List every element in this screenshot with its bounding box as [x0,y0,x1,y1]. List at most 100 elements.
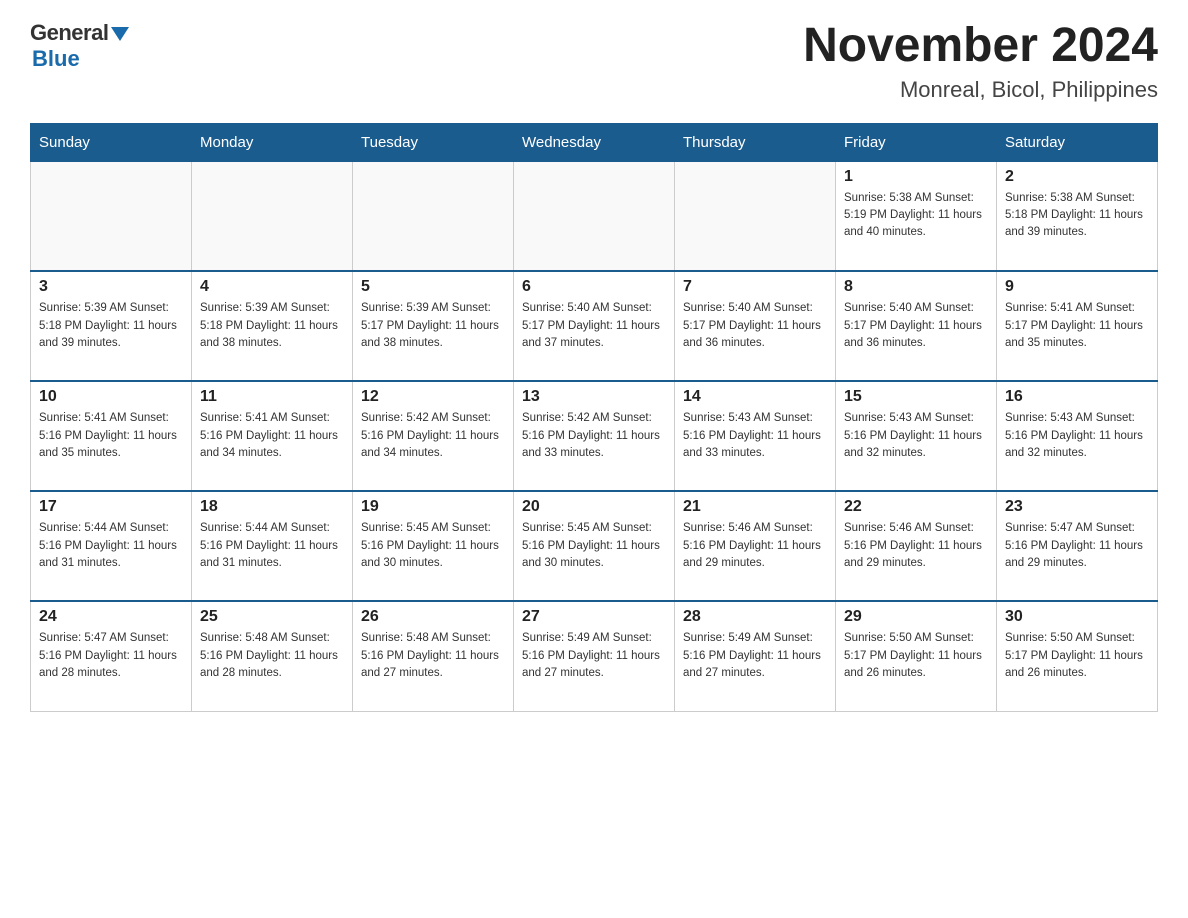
day-info: Sunrise: 5:44 AM Sunset: 5:16 PM Dayligh… [200,520,344,572]
calendar-cell: 3Sunrise: 5:39 AM Sunset: 5:18 PM Daylig… [31,271,192,381]
day-info: Sunrise: 5:50 AM Sunset: 5:17 PM Dayligh… [844,630,988,682]
day-number: 26 [361,608,505,626]
page-header: General Blue November 2024 Monreal, Bico… [30,20,1158,103]
day-info: Sunrise: 5:38 AM Sunset: 5:19 PM Dayligh… [844,190,988,242]
day-info: Sunrise: 5:41 AM Sunset: 5:16 PM Dayligh… [200,410,344,462]
calendar-cell: 7Sunrise: 5:40 AM Sunset: 5:17 PM Daylig… [675,271,836,381]
calendar-cell: 12 Sunrise: 5:42 AM Sunset: 5:16 PM Dayli… [353,381,514,491]
day-info: Sunrise: 5:40 AM Sunset: 5:17 PM Dayligh… [683,300,827,352]
calendar-cell: 8 Sunrise: 5:40 AM Sunset: 5:17 PM Daylig… [836,271,997,381]
calendar-week-row: 1 Sunrise: 5:38 AM Sunset: 5:19 PM Daylig… [31,161,1158,271]
day-number: 21 [683,498,827,516]
calendar-cell: 6 Sunrise: 5:40 AM Sunset: 5:17 PM Daylig… [514,271,675,381]
calendar-cell [675,161,836,271]
day-info: Sunrise: 5:43 AM Sunset: 5:16 PM Dayligh… [1005,410,1149,462]
calendar-week-row: 3 Sunrise: 5:39 AM Sunset: 5:18 PM Daylig… [31,271,1158,381]
calendar-cell: 10 Sunrise: 5:41 AM Sunset: 5:16 PM Dayli… [31,381,192,491]
day-number: 18 [200,498,344,516]
day-number: 5 [361,278,505,296]
calendar-cell: 28 Sunrise: 5:49 AM Sunset: 5:16 PM Dayli… [675,601,836,711]
logo-line1: General [30,20,129,46]
day-number: 25 [200,608,344,626]
title-block: November 2024 Monreal, Bicol, Philippine… [803,20,1158,103]
day-number: 19 [361,498,505,516]
day-info: Sunrise: 5:49 AM Sunset: 5:16 PM Dayligh… [522,630,666,682]
calendar-cell: 5 Sunrise: 5:39 AM Sunset: 5:17 PM Daylig… [353,271,514,381]
logo-triangle-icon [111,27,129,41]
day-number: 15 [844,388,988,406]
calendar-cell: 13 Sunrise: 5:42 AM Sunset: 5:16 PM Dayli… [514,381,675,491]
col-header-thursday: Thursday [675,123,836,161]
col-header-friday: Friday [836,123,997,161]
col-header-wednesday: Wednesday [514,123,675,161]
col-header-saturday: Saturday [997,123,1158,161]
day-number: 22 [844,498,988,516]
day-info: Sunrise: 5:43 AM Sunset: 5:16 PM Dayligh… [844,410,988,462]
day-number: 14 [683,388,827,406]
calendar-cell [514,161,675,271]
day-number: 1 [844,168,988,186]
day-number: 11 [200,388,344,406]
day-info: Sunrise: 5:48 AM Sunset: 5:16 PM Dayligh… [200,630,344,682]
day-number: 9 [1005,278,1149,296]
logo-line2: Blue [30,46,80,72]
day-info: Sunrise: 5:42 AM Sunset: 5:16 PM Dayligh… [522,410,666,462]
calendar-cell [353,161,514,271]
day-number: 8 [844,278,988,296]
calendar-table: SundayMondayTuesdayWednesdayThursdayFrid… [30,123,1158,712]
calendar-cell: 30Sunrise: 5:50 AM Sunset: 5:17 PM Dayli… [997,601,1158,711]
day-number: 29 [844,608,988,626]
calendar-cell [192,161,353,271]
day-info: Sunrise: 5:45 AM Sunset: 5:16 PM Dayligh… [361,520,505,572]
day-info: Sunrise: 5:45 AM Sunset: 5:16 PM Dayligh… [522,520,666,572]
calendar-cell: 15 Sunrise: 5:43 AM Sunset: 5:16 PM Dayli… [836,381,997,491]
calendar-cell: 24Sunrise: 5:47 AM Sunset: 5:16 PM Dayli… [31,601,192,711]
day-info: Sunrise: 5:38 AM Sunset: 5:18 PM Dayligh… [1005,190,1149,242]
calendar-cell: 14 Sunrise: 5:43 AM Sunset: 5:16 PM Dayli… [675,381,836,491]
calendar-cell: 11 Sunrise: 5:41 AM Sunset: 5:16 PM Dayli… [192,381,353,491]
day-number: 3 [39,278,183,296]
calendar-week-row: 10 Sunrise: 5:41 AM Sunset: 5:16 PM Dayli… [31,381,1158,491]
calendar-cell: 21 Sunrise: 5:46 AM Sunset: 5:16 PM Dayli… [675,491,836,601]
day-info: Sunrise: 5:41 AM Sunset: 5:17 PM Dayligh… [1005,300,1149,352]
col-header-monday: Monday [192,123,353,161]
calendar-cell: 26Sunrise: 5:48 AM Sunset: 5:16 PM Dayli… [353,601,514,711]
calendar-cell: 29 Sunrise: 5:50 AM Sunset: 5:17 PM Dayli… [836,601,997,711]
calendar-cell: 19 Sunrise: 5:45 AM Sunset: 5:16 PM Dayli… [353,491,514,601]
day-info: Sunrise: 5:39 AM Sunset: 5:18 PM Dayligh… [200,300,344,352]
day-info: Sunrise: 5:44 AM Sunset: 5:16 PM Dayligh… [39,520,183,572]
month-title: November 2024 [803,20,1158,73]
calendar-cell: 2 Sunrise: 5:38 AM Sunset: 5:18 PM Daylig… [997,161,1158,271]
day-info: Sunrise: 5:46 AM Sunset: 5:16 PM Dayligh… [683,520,827,572]
day-number: 20 [522,498,666,516]
day-number: 2 [1005,168,1149,186]
day-info: Sunrise: 5:39 AM Sunset: 5:17 PM Dayligh… [361,300,505,352]
day-info: Sunrise: 5:43 AM Sunset: 5:16 PM Dayligh… [683,410,827,462]
day-number: 23 [1005,498,1149,516]
logo-blue-text: Blue [32,46,80,72]
calendar-week-row: 17Sunrise: 5:44 AM Sunset: 5:16 PM Dayli… [31,491,1158,601]
day-number: 16 [1005,388,1149,406]
calendar-cell: 4 Sunrise: 5:39 AM Sunset: 5:18 PM Daylig… [192,271,353,381]
calendar-header-row: SundayMondayTuesdayWednesdayThursdayFrid… [31,123,1158,161]
day-number: 12 [361,388,505,406]
calendar-cell: 20 Sunrise: 5:45 AM Sunset: 5:16 PM Dayli… [514,491,675,601]
day-number: 13 [522,388,666,406]
day-info: Sunrise: 5:41 AM Sunset: 5:16 PM Dayligh… [39,410,183,462]
calendar-cell: 16 Sunrise: 5:43 AM Sunset: 5:16 PM Dayli… [997,381,1158,491]
logo-general-text: General [30,20,108,46]
day-info: Sunrise: 5:40 AM Sunset: 5:17 PM Dayligh… [844,300,988,352]
day-info: Sunrise: 5:42 AM Sunset: 5:16 PM Dayligh… [361,410,505,462]
day-number: 4 [200,278,344,296]
day-info: Sunrise: 5:47 AM Sunset: 5:16 PM Dayligh… [1005,520,1149,572]
day-info: Sunrise: 5:40 AM Sunset: 5:17 PM Dayligh… [522,300,666,352]
day-info: Sunrise: 5:49 AM Sunset: 5:16 PM Dayligh… [683,630,827,682]
day-number: 30 [1005,608,1149,626]
day-number: 6 [522,278,666,296]
calendar-cell: 25 Sunrise: 5:48 AM Sunset: 5:16 PM Dayli… [192,601,353,711]
calendar-cell: 18 Sunrise: 5:44 AM Sunset: 5:16 PM Dayli… [192,491,353,601]
day-number: 10 [39,388,183,406]
location-title: Monreal, Bicol, Philippines [803,77,1158,103]
day-number: 28 [683,608,827,626]
day-number: 24 [39,608,183,626]
